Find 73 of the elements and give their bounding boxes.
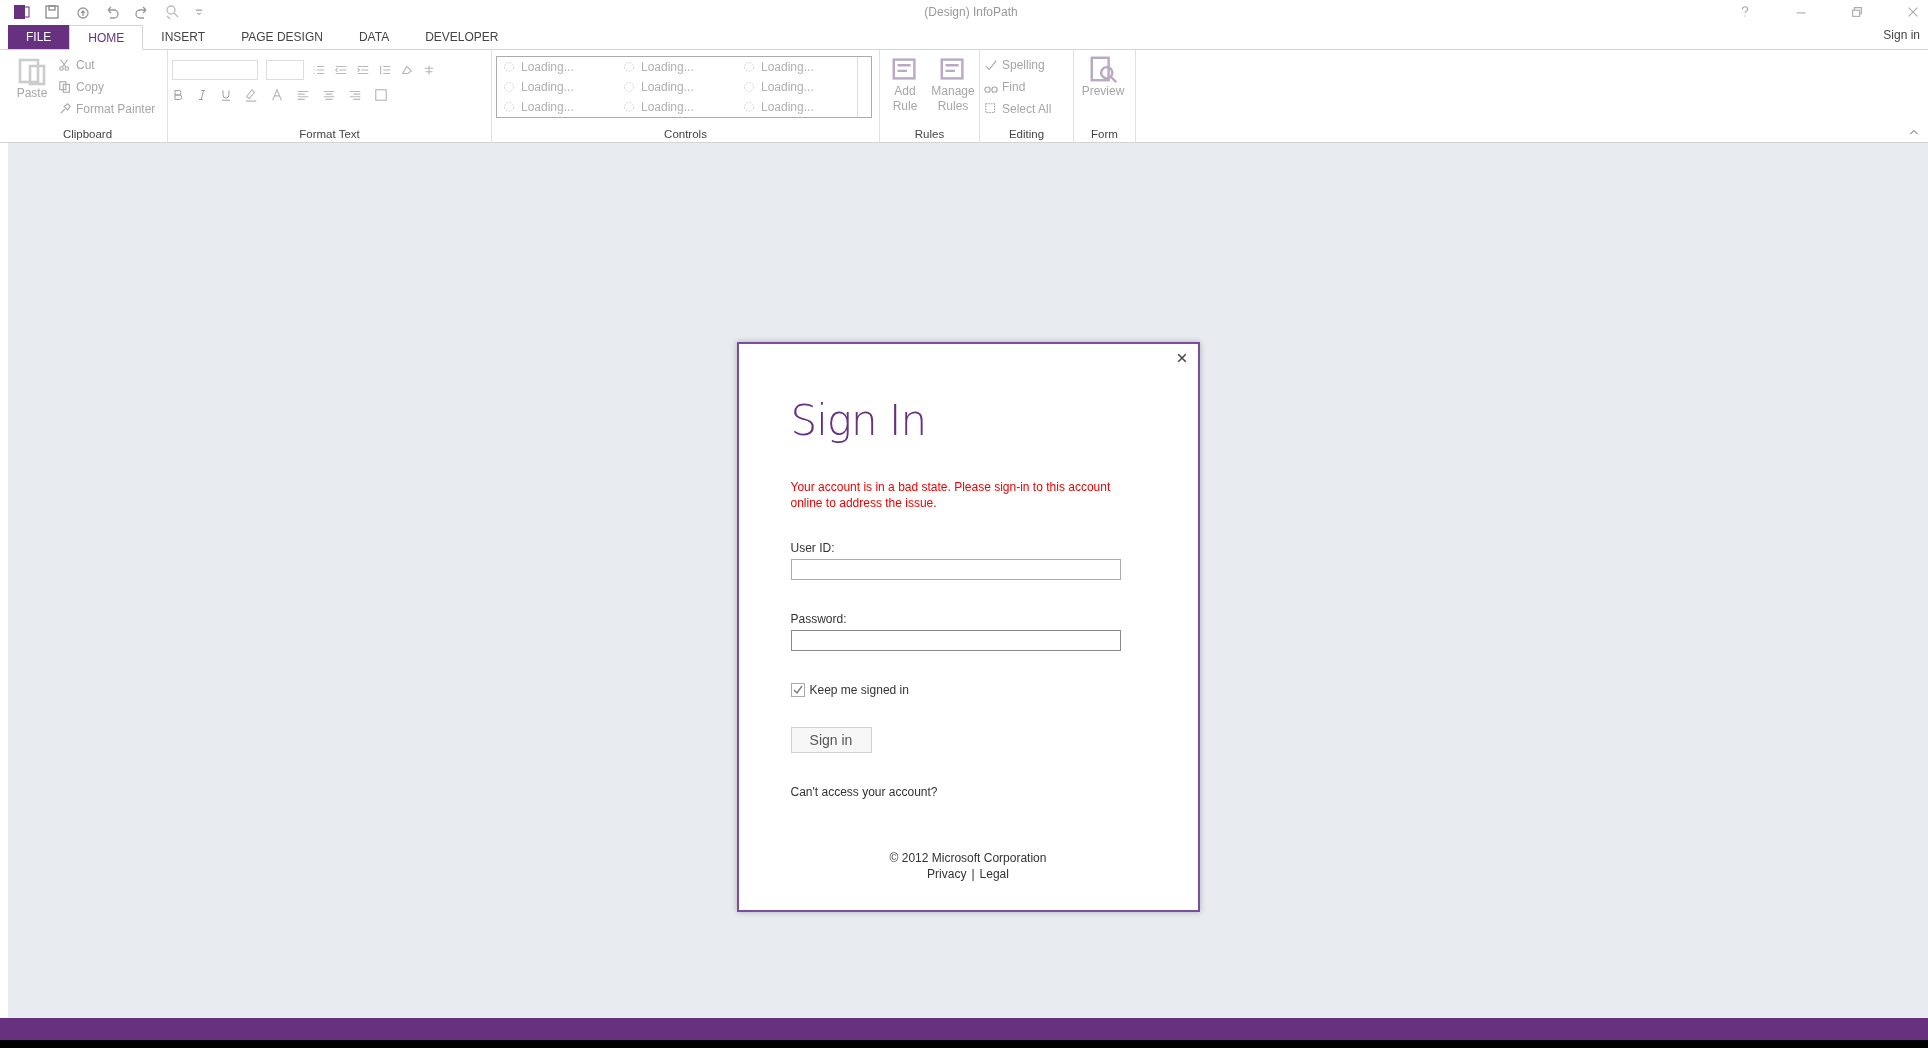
loading-icon — [623, 101, 635, 113]
ribbon-tab[interactable]: DATA — [340, 25, 408, 49]
separator: | — [971, 866, 975, 881]
restore-icon[interactable] — [1850, 5, 1864, 19]
window-title: (Design) InfoPath — [923, 5, 1019, 19]
loading-icon — [743, 61, 755, 73]
shading-icon[interactable] — [374, 88, 388, 102]
upload-icon[interactable] — [74, 4, 90, 20]
group-title: Editing — [1007, 128, 1046, 142]
increase-indent-icon[interactable] — [356, 63, 370, 77]
close-icon — [1175, 351, 1188, 364]
loading-icon — [503, 61, 515, 73]
align-left-icon[interactable] — [296, 88, 310, 102]
ribbon-tab[interactable]: DEVELOPER — [407, 25, 517, 49]
dialog-title: Sign In — [790, 395, 927, 445]
loading-icon — [623, 81, 635, 93]
input-field[interactable] — [790, 629, 1121, 651]
highlight-icon[interactable] — [244, 88, 258, 102]
loading-icon — [503, 101, 515, 113]
loading-icon — [503, 81, 515, 93]
field-label: Password: — [790, 611, 848, 626]
file-tab[interactable]: FILE — [8, 25, 70, 49]
size-field[interactable] — [266, 60, 304, 80]
ribbon-tab[interactable]: INSERT — [143, 25, 224, 49]
sign-in-button[interactable]: Sign in — [790, 726, 872, 753]
bold-icon[interactable] — [172, 89, 184, 101]
decrease-indent-icon[interactable] — [334, 63, 348, 77]
ribbon-tab[interactable]: HOME — [69, 25, 144, 50]
gallery-item[interactable]: Loading... — [497, 57, 617, 77]
gallery-item[interactable]: Loading... — [737, 57, 857, 77]
footer-link[interactable]: Privacy — [927, 866, 967, 881]
select-icon — [984, 102, 998, 116]
footer-link[interactable]: Legal — [979, 866, 1009, 881]
help-link[interactable]: Can't access your account? — [790, 784, 938, 799]
align-right-icon[interactable] — [348, 88, 362, 102]
loading-icon — [623, 61, 635, 73]
underline-icon[interactable] — [220, 89, 232, 101]
group-title: Rules — [913, 128, 946, 142]
gallery-item[interactable]: Loading... — [737, 77, 857, 97]
gallery-item[interactable]: Loading... — [497, 97, 617, 117]
scissors-icon — [58, 58, 72, 72]
gallery-item[interactable]: Loading... — [497, 77, 617, 97]
loading-icon — [743, 81, 755, 93]
gallery-item[interactable]: Loading... — [737, 97, 857, 117]
line-spacing-icon[interactable] — [378, 63, 392, 77]
close-icon[interactable] — [1906, 5, 1920, 19]
font-color-icon[interactable] — [270, 88, 284, 102]
app-logo-icon — [14, 4, 30, 20]
group-title: Form — [1090, 128, 1119, 142]
align-center-icon[interactable] — [322, 88, 336, 102]
error-message: Your account is in a bad state. Please sign-in to this account online to address the issue. — [790, 478, 1112, 511]
ribbon-tab[interactable]: PAGE DESIGN — [223, 25, 341, 49]
checkbox[interactable] — [790, 682, 805, 697]
gallery-item[interactable]: Loading... — [617, 97, 737, 117]
group-title: Format Text — [298, 128, 361, 142]
italic-icon[interactable] — [196, 89, 208, 101]
loading-icon — [743, 101, 755, 113]
group-title: Controls — [663, 128, 708, 142]
checkbox-label: Keep me signed in — [809, 682, 909, 697]
copyright-text: © 2012 Microsoft Corporation — [889, 850, 1047, 865]
sign-in-link[interactable]: Sign in — [1875, 27, 1928, 46]
copy-icon — [58, 80, 72, 94]
customize-icon[interactable] — [194, 7, 204, 17]
field-label: User ID: — [790, 540, 836, 555]
gallery-item[interactable]: Loading... — [617, 77, 737, 97]
font-field[interactable] — [172, 60, 258, 80]
gallery-item[interactable]: Loading... — [617, 57, 737, 77]
checkmark-icon — [984, 58, 998, 72]
magnifier-page-icon — [1088, 54, 1118, 84]
save-icon[interactable] — [44, 4, 60, 20]
group-title: Clipboard — [61, 128, 114, 142]
input-field[interactable] — [790, 558, 1121, 580]
bullets-icon[interactable] — [312, 63, 326, 77]
